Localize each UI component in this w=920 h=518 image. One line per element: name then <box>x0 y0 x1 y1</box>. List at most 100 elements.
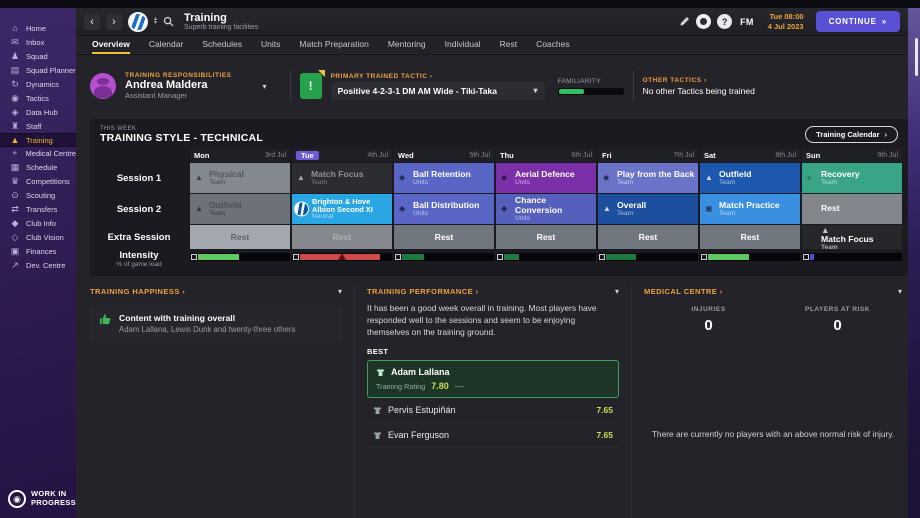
session-cell-rest[interactable]: Rest <box>598 225 698 249</box>
sidebar-item-squad-planner[interactable]: ▤ Squad Planner <box>0 64 76 78</box>
tab-mentoring[interactable]: Mentoring <box>388 36 426 54</box>
sidebar-item-medical-centre[interactable]: + Medical Centre <box>0 147 76 161</box>
happiness-collapse-icon[interactable]: ▾ <box>338 287 342 296</box>
session-cell-brighton-hove-albion-second-xi[interactable]: Brighton & Hove Albion Second XI Neutral <box>292 194 392 224</box>
sidebar-item-data-hub[interactable]: ◈ Data Hub <box>0 105 76 119</box>
session-cell-outfield[interactable]: ▲ Outfield Team <box>190 194 290 224</box>
medical-collapse-icon[interactable]: ▾ <box>898 287 902 296</box>
forward-button[interactable]: › <box>106 13 122 30</box>
intensity-checkbox-icon[interactable] <box>701 253 707 260</box>
player-rating-row[interactable]: Pervis Estupiñán 7.65 <box>367 398 619 424</box>
tab-units[interactable]: Units <box>261 36 280 54</box>
intensity-checkbox-icon[interactable] <box>803 253 809 260</box>
session-cell-rest[interactable]: Rest <box>292 225 392 249</box>
intensity-bar[interactable] <box>598 252 698 261</box>
other-tactics-heading[interactable]: OTHER TACTICS › <box>643 77 755 84</box>
tab-individual[interactable]: Individual <box>445 36 481 54</box>
responsibilities-dropdown-icon[interactable]: ▾ <box>263 82 267 91</box>
session-cell-rest[interactable]: Rest <box>802 194 902 224</box>
training-performance-heading[interactable]: TRAINING PERFORMANCE › <box>367 287 479 296</box>
sidebar-item-dev-centre[interactable]: ↗ Dev. Centre <box>0 258 76 272</box>
sidebar-item-scouting[interactable]: ⊙ Scouting <box>0 189 76 203</box>
sidebar-item-home[interactable]: ⌂ Home <box>0 22 76 36</box>
session-cell-recovery[interactable]: « Recovery Team <box>802 163 902 193</box>
intensity-checkbox-icon[interactable] <box>497 253 503 260</box>
intensity-checkbox-icon[interactable] <box>191 253 197 260</box>
tab-rest[interactable]: Rest <box>500 36 517 54</box>
scrollbar[interactable] <box>915 38 918 76</box>
tab-match-preparation[interactable]: Match Preparation <box>299 36 368 54</box>
session-cell-rest[interactable]: Rest <box>190 225 290 249</box>
tactic-select[interactable]: Positive 4-2-3-1 DM AM Wide - Tiki-Taka … <box>330 81 545 100</box>
session-cell-match-focus[interactable]: ▲ Match Focus Team <box>802 225 902 251</box>
day-date: 5th Jul <box>469 152 490 159</box>
intensity-bar[interactable] <box>496 252 596 261</box>
sidebar-item-schedule[interactable]: ▦ Schedule <box>0 161 76 175</box>
tab-overview[interactable]: Overview <box>92 36 130 54</box>
session-cell-play-from-the-back[interactable]: ◆ Play from the Back Team <box>598 163 698 193</box>
sidebar-item-label: Schedule <box>26 163 58 173</box>
session-cell-match-practice[interactable]: ▣ Match Practice Team <box>700 194 800 224</box>
sidebar-item-club-info[interactable]: ◆ Club Info <box>0 216 76 230</box>
session-cell-match-focus[interactable]: ▲ Match Focus Team <box>292 163 392 193</box>
back-button[interactable]: ‹ <box>84 13 100 30</box>
intensity-checkbox-icon[interactable] <box>395 253 401 260</box>
tab-schedules[interactable]: Schedules <box>202 36 242 54</box>
session-cell-rest[interactable]: Rest <box>394 225 494 249</box>
intensity-bar[interactable] <box>394 252 494 261</box>
session-cell-overall[interactable]: ▲ Overall Team <box>598 194 698 224</box>
sidebar-item-training[interactable]: ▲ Training <box>0 133 76 148</box>
manager-profile-icon[interactable] <box>696 14 712 29</box>
session-cell-aerial-defence[interactable]: ◆ Aerial Defence Units <box>496 163 596 193</box>
sidebar-item-finances[interactable]: ▣ Finances <box>0 244 76 258</box>
session-cell-ball-distribution[interactable]: ◆ Ball Distribution Units <box>394 194 494 224</box>
session-cell-ball-retention[interactable]: ◆ Ball Retention Units <box>394 163 494 193</box>
intensity-fill <box>198 253 239 260</box>
intensity-checkbox-icon[interactable] <box>293 253 299 260</box>
tab-coaches[interactable]: Coaches <box>536 36 570 54</box>
intensity-bar[interactable] <box>802 252 902 261</box>
sidebar-item-squad[interactable]: ♟ Squad <box>0 50 76 64</box>
session-cell-physical[interactable]: ▲ Physical Team <box>190 163 290 193</box>
session-cell-outfield[interactable]: ▲ Outfield Team <box>700 163 800 193</box>
intensity-bar[interactable] <box>292 252 392 261</box>
sidebar-item-competitions[interactable]: ♛ Competitions <box>0 175 76 189</box>
row-label: Session 1 <box>116 172 162 184</box>
injuries-value[interactable]: 0 <box>644 317 773 334</box>
intensity-checkbox-icon[interactable] <box>599 253 605 260</box>
session-cell-chance-conversion[interactable]: ◆ Chance Conversion Units <box>496 194 596 224</box>
training-happiness-heading[interactable]: TRAINING HAPPINESS › <box>90 287 185 296</box>
sidebar-item-inbox[interactable]: ✉ Inbox <box>0 36 76 50</box>
session-title: Ball Retention <box>413 168 471 179</box>
team-switcher-icon[interactable]: ▴ ▾ <box>154 16 157 25</box>
edit-pencil-icon[interactable] <box>679 16 690 27</box>
training-calendar-button[interactable]: Training Calendar › <box>805 126 898 143</box>
sidebar-item-tactics[interactable]: ◉ Tactics <box>0 91 76 105</box>
sidebar-item-dynamics[interactable]: ↻ Dynamics <box>0 78 76 92</box>
continue-button[interactable]: CONTINUE » <box>815 11 900 32</box>
sidebar-item-staff[interactable]: ♜ Staff <box>0 119 76 133</box>
session-title: Outfield <box>209 199 242 210</box>
primary-tactic-heading[interactable]: PRIMARY TRAINED TACTIC › <box>331 73 545 80</box>
happiness-item[interactable]: Content with training overall Adam Lalla… <box>90 305 342 342</box>
player-rating-row[interactable]: Evan Ferguson 7.65 <box>367 423 619 449</box>
intensity-fill <box>402 253 424 260</box>
help-icon[interactable]: ? <box>717 14 733 29</box>
performance-collapse-icon[interactable]: ▾ <box>615 287 619 296</box>
assistant-avatar[interactable] <box>90 73 116 99</box>
sidebar-item-transfers[interactable]: ⇄ Transfers <box>0 203 76 217</box>
intensity-bar[interactable] <box>190 252 290 261</box>
assistant-name[interactable]: Andrea Maldera <box>125 79 232 91</box>
data-hub-icon: ◈ <box>11 106 19 117</box>
players-at-risk-value[interactable]: 0 <box>773 317 902 334</box>
intensity-bar[interactable] <box>700 252 800 261</box>
medical-centre-heading[interactable]: MEDICAL CENTRE › <box>644 287 723 296</box>
club-badge-icon[interactable] <box>128 11 148 32</box>
sidebar-item-club-vision[interactable]: ◇ Club Vision <box>0 230 76 244</box>
best-player-card[interactable]: Adam Lallana Training Rating 7.80 — <box>367 360 619 399</box>
session-cell-rest[interactable]: Rest <box>496 225 596 249</box>
search-icon[interactable] <box>163 16 174 27</box>
tab-calendar[interactable]: Calendar <box>149 36 184 54</box>
session-cell-rest[interactable]: Rest <box>700 225 800 249</box>
shirt-icon <box>376 368 385 377</box>
